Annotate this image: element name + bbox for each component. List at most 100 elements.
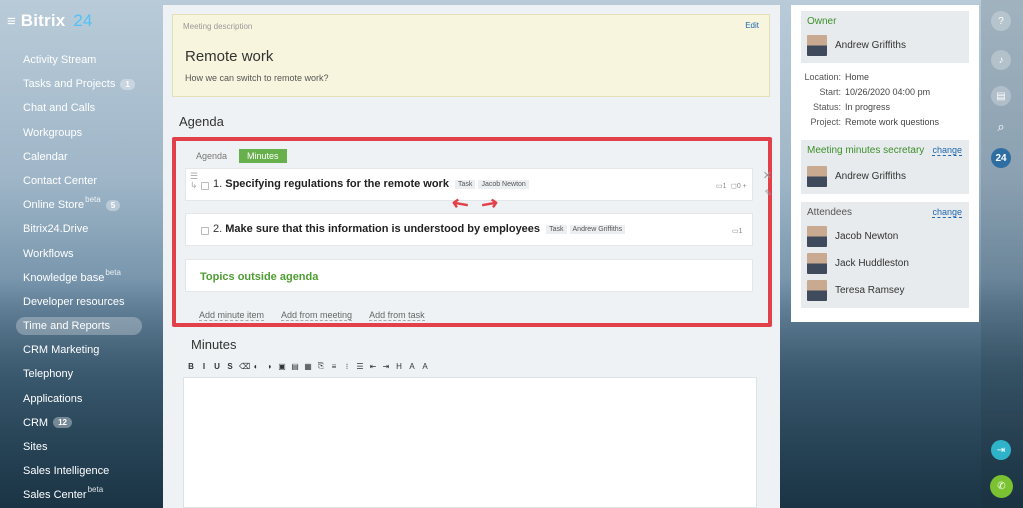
toolbar-button[interactable]: U <box>213 362 221 371</box>
item-title: Specifying regulations for the remote wo… <box>225 178 449 190</box>
sidebar-item[interactable]: Calendar <box>16 145 142 169</box>
responsible-tag[interactable]: Andrew Griffiths <box>569 225 626 234</box>
logo-text: Bitrix <box>20 11 66 30</box>
attendee[interactable]: Teresa Ramsey <box>807 280 904 301</box>
agenda-item[interactable]: ☰ ↳ 1. Specifying regulations for the rem… <box>185 168 772 201</box>
start-row: Start: 10/26/2020 04:00 pm <box>819 87 931 97</box>
tab-agenda[interactable]: Agenda <box>196 151 227 161</box>
item-checkbox[interactable] <box>201 227 209 235</box>
toolbar-button[interactable]: ⁝ <box>343 362 351 371</box>
toolbar-button[interactable]: ◐ <box>252 362 260 371</box>
attendees-card: Attendees change Jacob Newton Jack Huddl… <box>801 202 969 308</box>
sidebar-item-label: CRM Marketing <box>23 344 100 357</box>
edit-link[interactable]: Edit <box>745 21 759 30</box>
attendee[interactable]: Jack Huddleston <box>807 253 909 274</box>
topics-outside-agenda[interactable]: Topics outside agenda <box>185 259 753 292</box>
sidebar-item[interactable]: Workflows <box>16 242 142 266</box>
toolbar-button[interactable]: ⇤ <box>369 362 377 371</box>
toolbar-button[interactable]: B <box>187 362 195 371</box>
meeting-text: How we can switch to remote work? <box>185 73 329 83</box>
exit-icon[interactable]: ⇥ <box>991 440 1011 460</box>
description-header: Meeting description <box>183 22 253 31</box>
change-secretary-link[interactable]: change <box>932 145 962 156</box>
toolbar-button[interactable]: A <box>408 362 416 371</box>
responsible-tag[interactable]: Jacob Newton <box>478 180 529 189</box>
editor-toolbar: B I U S ⌫ ◐ ◑ ▣ ▤ ▦ ⎘ ≡ ⁝ ☰ ⇤ ⇥ H A A <box>187 361 429 371</box>
minutes-editor[interactable] <box>183 377 757 508</box>
toolbar-button[interactable]: ▦ <box>304 362 312 371</box>
sidebar-item[interactable]: Telephony <box>16 362 142 386</box>
task-tag[interactable]: Task <box>455 180 476 189</box>
tab-minutes[interactable]: Minutes <box>239 149 287 163</box>
add-minute-item-link[interactable]: Add minute item <box>199 310 265 321</box>
item-checkbox[interactable] <box>201 182 209 190</box>
add-from-meeting-link[interactable]: Add from meeting <box>281 310 353 321</box>
item-number: 2. <box>213 223 223 235</box>
sidebar-item-label: Telephony <box>23 368 74 381</box>
secretary-person[interactable]: Andrew Griffiths <box>807 166 906 187</box>
agenda-heading: Agenda <box>179 114 224 129</box>
toolbar-button[interactable]: ◑ <box>265 362 273 371</box>
toolbar-button[interactable]: ⇥ <box>382 362 390 371</box>
sidebar-item[interactable]: Tasks and Projects 1 <box>16 72 142 96</box>
sidebar-item[interactable]: Applications <box>16 386 142 410</box>
sidebar-item[interactable]: Sales Center beta <box>16 483 142 507</box>
sidebar-item-label: Sales Intelligence <box>23 465 110 478</box>
task-tag[interactable]: Task <box>546 225 567 234</box>
sidebar-item[interactable]: Online Store beta 5 <box>16 193 142 217</box>
search-icon[interactable]: ⌕ <box>991 117 1011 137</box>
hamburger-icon[interactable]: ≡ <box>7 14 16 29</box>
avatar <box>807 280 827 301</box>
counter-badge: 1 <box>120 78 135 90</box>
toolbar-button[interactable]: ▣ <box>278 362 286 371</box>
sidebar-item[interactable]: Knowledge base beta <box>16 266 142 290</box>
toolbar-button[interactable]: ▤ <box>291 362 299 371</box>
sidebar-item[interactable]: Workgroups <box>16 121 142 145</box>
sidebar-item[interactable]: Chat and Calls <box>16 96 142 120</box>
attendee[interactable]: Jacob Newton <box>807 226 898 247</box>
status-row: Status: In progress <box>812 102 891 112</box>
sidebar-item[interactable]: Time and Reports <box>16 317 142 336</box>
toolbar-button[interactable]: S <box>226 362 234 371</box>
item-comments[interactable]: ◻0 + <box>731 182 747 190</box>
bell-icon[interactable]: ♪ <box>991 50 1011 70</box>
project-link[interactable]: Remote work questions <box>845 117 939 127</box>
sidebar-item[interactable]: Sales Intelligence <box>16 459 142 483</box>
add-from-task-link[interactable]: Add from task <box>369 310 425 321</box>
sidebar-item[interactable]: Developer resources <box>16 290 142 314</box>
toolbar-button[interactable]: ⎘ <box>317 361 325 371</box>
change-attendees-link[interactable]: change <box>932 207 962 218</box>
sidebar-item[interactable]: Contact Center <box>16 169 142 193</box>
owner-person[interactable]: Andrew Griffiths <box>807 35 906 56</box>
toolbar-button[interactable]: H <box>395 362 403 371</box>
edit-icon[interactable]: ✎ <box>764 188 772 199</box>
toolbar-button[interactable]: A <box>421 362 429 371</box>
chat-icon[interactable]: ▤ <box>991 86 1011 106</box>
agenda-item[interactable]: 2. Make sure that this information is un… <box>185 213 753 246</box>
logo-num: 24 <box>73 11 93 30</box>
sidebar-item[interactable]: Activity Stream <box>16 48 142 72</box>
sidebar-item[interactable]: Sites <box>16 435 142 459</box>
avatar <box>807 35 827 56</box>
toolbar-button[interactable]: I <box>200 362 208 371</box>
sidebar-item-label: Workflows <box>23 247 74 260</box>
minutes-heading: Minutes <box>191 337 237 352</box>
phone-icon[interactable]: ✆ <box>990 475 1013 498</box>
drag-handle-icon[interactable]: ☰ ↳ <box>190 172 198 190</box>
sidebar-item[interactable]: CRM 12 <box>16 411 142 435</box>
toolbar-button[interactable]: ≡ <box>330 362 338 371</box>
toolbar-button[interactable]: ☰ <box>356 362 364 371</box>
sidebar-item-label: Workgroups <box>23 126 83 139</box>
counter-icon[interactable]: 24 <box>991 148 1011 168</box>
owner-card: Owner Andrew Griffiths <box>801 11 969 63</box>
logo[interactable]: ≡ Bitrix 24 <box>7 11 92 31</box>
help-icon[interactable]: ? <box>991 11 1011 31</box>
meeting-panel: Meeting description Edit Remote work How… <box>163 5 780 508</box>
sidebar-item[interactable]: CRM Marketing <box>16 338 142 362</box>
sidebar-item-label: Time and Reports <box>23 320 111 333</box>
sidebar-item[interactable]: Bitrix24.Drive <box>16 217 142 241</box>
secretary-name: Andrew Griffiths <box>835 171 906 182</box>
toolbar-button[interactable]: ⌫ <box>239 362 250 371</box>
close-icon[interactable]: ✕ <box>763 169 772 182</box>
sidebar-item-label: Sites <box>23 440 48 453</box>
